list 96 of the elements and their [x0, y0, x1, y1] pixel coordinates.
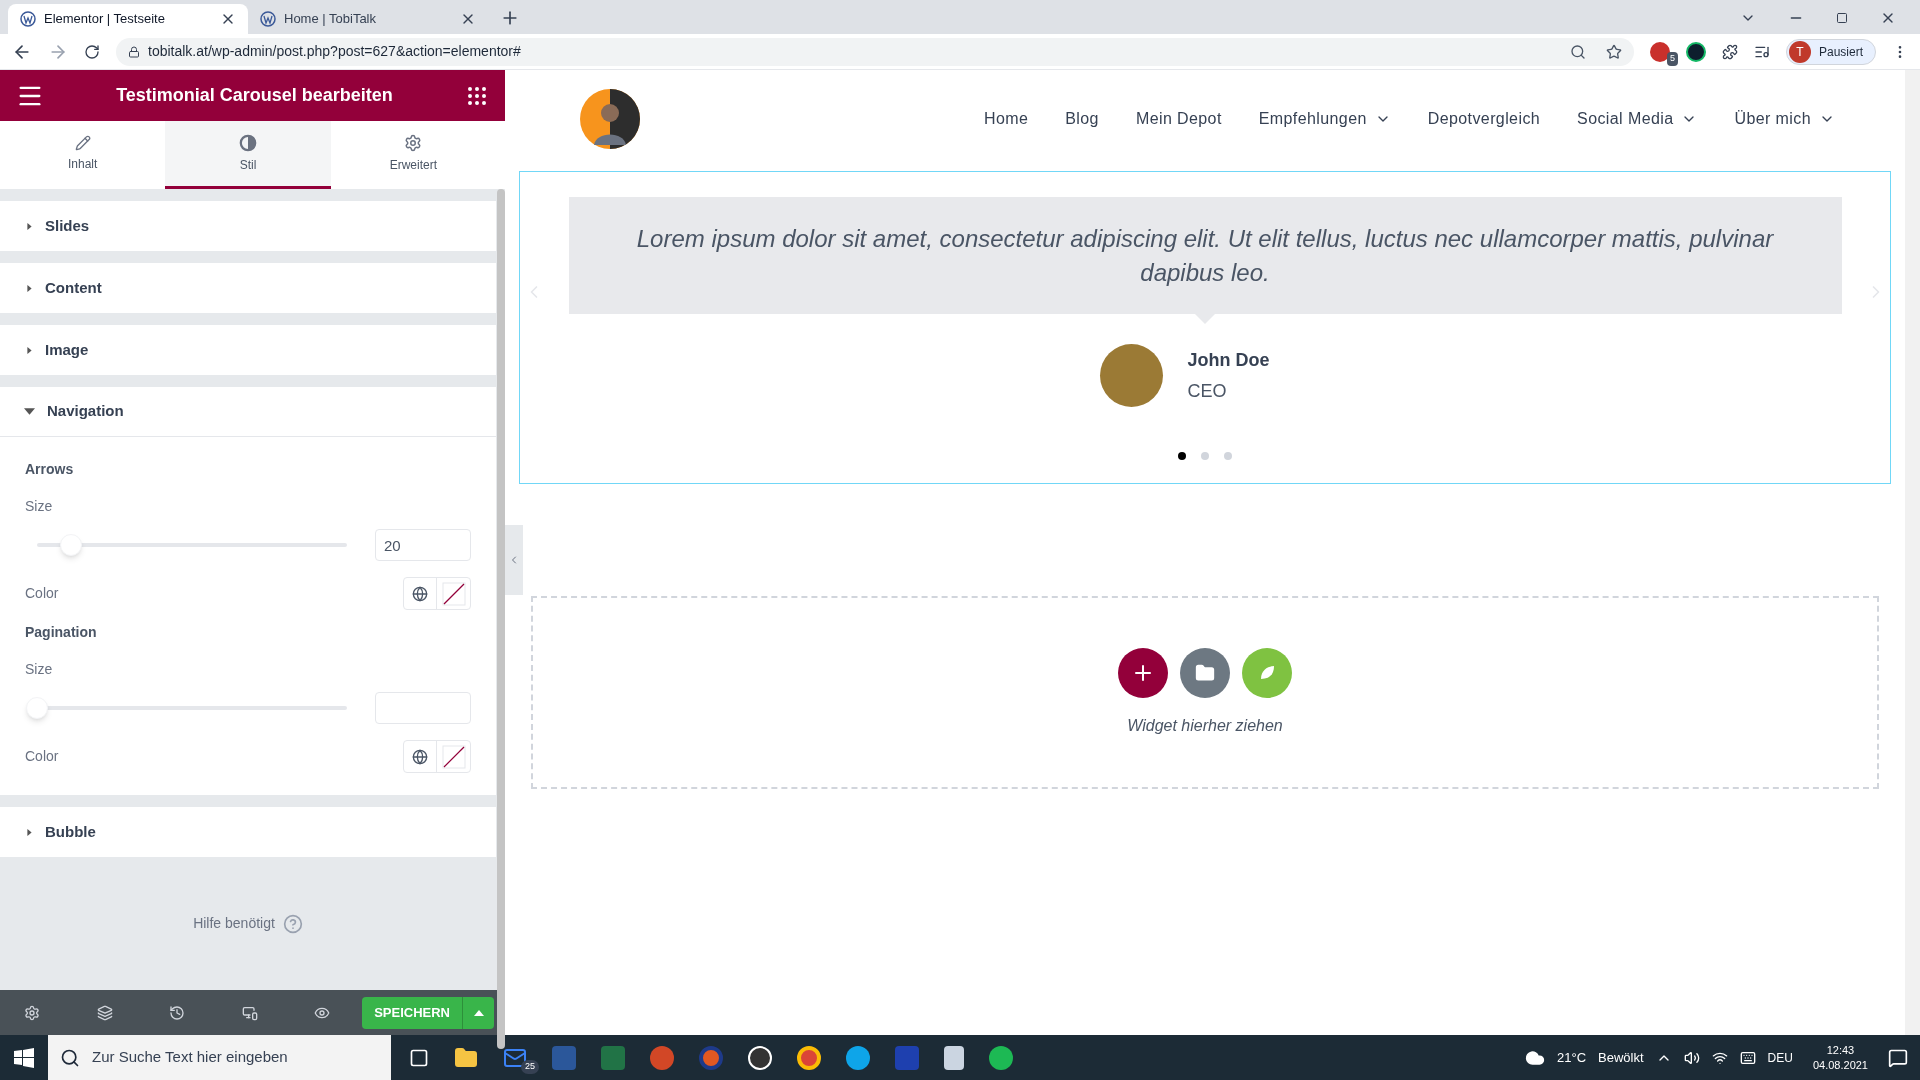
lock-icon	[128, 45, 140, 58]
caret-icon	[26, 222, 33, 230]
document-app-icon[interactable]	[944, 1045, 964, 1070]
control-label: Color	[25, 747, 59, 766]
panel-tab[interactable]: Stil	[165, 121, 331, 189]
section-header[interactable]: Content	[0, 263, 496, 313]
keyboard-icon[interactable]	[1739, 1049, 1756, 1066]
help-link[interactable]: Hilfe benötigt	[193, 913, 275, 934]
clock[interactable]: 12:43 04.08.2021	[1804, 1042, 1876, 1073]
maximize-icon[interactable]	[1836, 12, 1848, 24]
add-section-button[interactable]	[1118, 647, 1168, 698]
tab-title: Elementor | Testseite	[44, 10, 166, 29]
group-heading: Arrows	[25, 460, 75, 479]
url-text: tobitalk.at/wp-admin/post.php?post=627&action=elementor#	[148, 42, 522, 61]
responsive-icon[interactable]	[241, 1004, 258, 1021]
panel-title: Testimonial Carousel bearbeiten	[115, 84, 394, 107]
profile-avatar: T	[1788, 40, 1811, 63]
recorder-app-icon[interactable]	[748, 1045, 772, 1070]
site-logo-icon	[260, 11, 276, 27]
page-scrollbar[interactable]	[1905, 70, 1920, 1035]
nav-link[interactable]: Home	[984, 107, 1029, 131]
browser-app-icon[interactable]	[797, 1045, 821, 1070]
panel-tab[interactable]: Erweitert	[330, 121, 496, 189]
widget-drop-zone[interactable]: Widget hierher ziehen	[531, 596, 1879, 789]
address-bar[interactable]: tobitalk.at/wp-admin/post.php?post=627&action=elementor#	[116, 37, 1634, 66]
contrast-icon	[239, 133, 257, 152]
author-name: John Doe	[1187, 348, 1270, 372]
control-label: Size	[25, 497, 54, 516]
scrollbar[interactable]	[497, 189, 505, 1049]
browser-tab[interactable]: Home | TobiTalk	[248, 4, 488, 34]
quote-text: Lorem ipsum dolor sit amet, consectetur adipiscing elit. Ut elit tellus, luctus nec ullamcorper mattis, pulvinar dapibus leo.	[635, 223, 1775, 288]
notifications-icon[interactable]	[1888, 1047, 1908, 1068]
powerpoint-app-icon[interactable]	[650, 1045, 674, 1070]
settings-icon[interactable]	[24, 1004, 40, 1021]
site-logo-icon	[20, 11, 36, 27]
weather-text: Bewölkt	[1598, 1048, 1644, 1067]
bookmark-star-icon[interactable]	[1605, 43, 1622, 60]
search-placeholder: Zur Suche Text hier eingeben	[92, 1047, 288, 1068]
caret-icon	[26, 346, 33, 354]
volume-icon[interactable]	[1683, 1049, 1700, 1066]
panel-tab[interactable]: Inhalt	[0, 121, 166, 189]
task-view-icon[interactable]	[409, 1047, 429, 1068]
site-logo[interactable]	[580, 89, 640, 149]
caret-icon	[26, 828, 33, 836]
reload-icon[interactable]	[84, 43, 100, 60]
caret-up-icon	[473, 1009, 484, 1016]
language-indicator[interactable]: DEU	[1767, 1048, 1793, 1067]
search-icon	[60, 1047, 80, 1068]
nav-link[interactable]: Social Media	[1577, 107, 1698, 131]
slider-thumb[interactable]	[60, 534, 83, 556]
browser-tab[interactable]: Elementor | Testseite	[8, 4, 248, 34]
globe-icon	[412, 748, 428, 765]
app-icon[interactable]	[699, 1045, 723, 1070]
folder-icon	[1195, 662, 1215, 683]
nav-link[interactable]: Empfehlungen	[1258, 107, 1391, 131]
windows-start-icon[interactable]	[14, 1047, 34, 1068]
history-icon[interactable]	[169, 1004, 186, 1021]
nav-link[interactable]: Über mich	[1734, 107, 1835, 131]
caret-icon	[26, 284, 33, 292]
section-header[interactable]: Slides	[0, 201, 496, 251]
tab-title: Home | TobiTalk	[284, 10, 377, 29]
author-title: CEO	[1187, 379, 1228, 403]
control-label: Color	[25, 584, 59, 603]
extensions-icon[interactable]	[1721, 43, 1738, 60]
excel-app-icon[interactable]	[601, 1045, 625, 1070]
edge-app-icon[interactable]	[846, 1045, 870, 1070]
extension-badge: 5	[1666, 52, 1678, 66]
number-input[interactable]	[375, 692, 471, 724]
globe-icon	[412, 585, 428, 602]
nav-link[interactable]: Depotvergleich	[1427, 107, 1541, 131]
taskbar-search-field[interactable]: Zur Suche Text hier eingeben	[48, 1035, 391, 1080]
number-input[interactable]: 20	[375, 529, 471, 561]
zoom-icon[interactable]	[1569, 43, 1586, 60]
section-header[interactable]: Bubble	[0, 807, 496, 857]
slider-thumb[interactable]	[26, 697, 48, 719]
caret-icon	[24, 406, 35, 417]
drop-zone-text: Widget hierher ziehen	[1127, 715, 1283, 736]
layers-icon[interactable]	[96, 1004, 113, 1021]
control-label: Size	[25, 660, 54, 679]
grammar-extension-icon[interactable]	[1685, 41, 1706, 62]
nav-link[interactable]: Blog	[1065, 107, 1099, 131]
temperature: 21°C	[1557, 1048, 1587, 1067]
save-options-button[interactable]	[462, 996, 494, 1029]
section-header[interactable]: Image	[0, 325, 496, 375]
group-heading: Pagination	[25, 623, 98, 642]
mail-badge: 25	[521, 1060, 539, 1074]
file-explorer-icon[interactable]	[454, 1045, 478, 1070]
music-app-icon[interactable]	[989, 1045, 1013, 1070]
nav-link[interactable]: Mein Depot	[1135, 107, 1222, 131]
section-header[interactable]: Navigation	[0, 387, 496, 437]
pencil-icon	[74, 134, 91, 151]
extension-icon[interactable]	[1649, 41, 1670, 62]
gear-icon	[404, 133, 423, 152]
profile-status: Pausiert	[1818, 43, 1863, 61]
add-template-button[interactable]	[1180, 647, 1230, 698]
profile-button[interactable]: T Pausiert	[1785, 38, 1876, 65]
